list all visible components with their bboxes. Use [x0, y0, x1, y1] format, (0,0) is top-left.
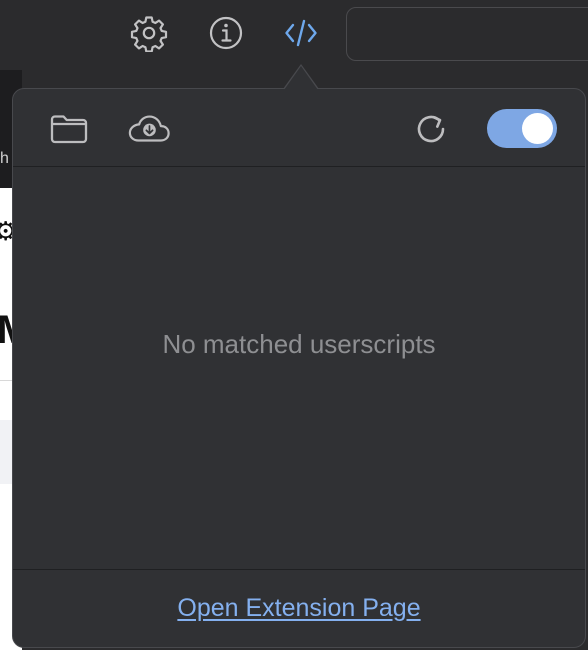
- empty-state-message: No matched userscripts: [162, 329, 436, 359]
- enable-toggle[interactable]: [487, 109, 557, 148]
- folder-icon: [50, 115, 88, 144]
- settings-button[interactable]: [129, 13, 169, 53]
- refresh-button[interactable]: [409, 109, 453, 149]
- download-button[interactable]: [127, 109, 171, 149]
- cloud-download-icon: [128, 115, 170, 142]
- info-button[interactable]: [206, 13, 246, 53]
- refresh-icon: [417, 115, 445, 143]
- open-extension-page-link[interactable]: Open Extension Page: [177, 594, 420, 623]
- script-list: No matched userscripts: [13, 167, 585, 570]
- popup-header: [13, 89, 585, 167]
- address-bar[interactable]: [346, 7, 588, 61]
- info-icon: [209, 16, 243, 50]
- toggle-knob: [522, 113, 553, 144]
- userscripts-popup: No matched userscripts Open Extension Pa…: [12, 88, 586, 648]
- gear-icon: [130, 16, 168, 52]
- userscripts-extension-button[interactable]: [281, 13, 321, 53]
- code-icon: [285, 19, 317, 47]
- open-folder-button[interactable]: [47, 109, 91, 149]
- popup-footer: Open Extension Page: [13, 569, 585, 647]
- browser-toolbar: [0, 0, 588, 70]
- background-text-fragment: h: [0, 150, 9, 167]
- popup-arrow: [284, 66, 318, 90]
